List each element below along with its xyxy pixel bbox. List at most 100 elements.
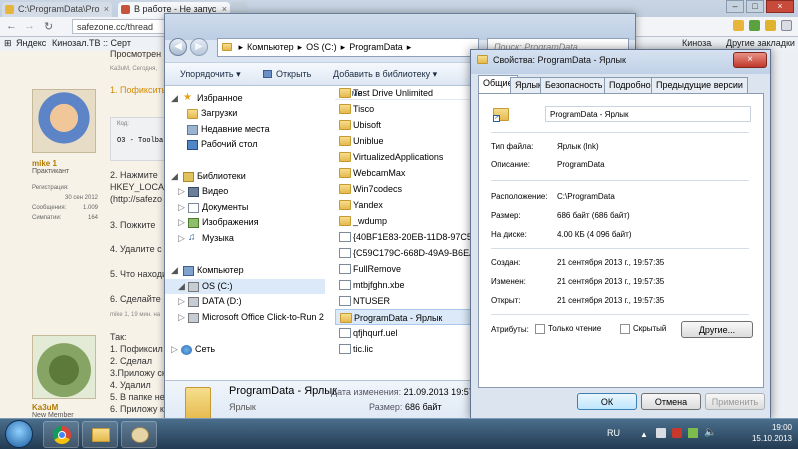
- post-meta: Ka3uM, Сегодня,: [110, 66, 158, 72]
- other-bookmarks[interactable]: Другие закладки: [726, 38, 795, 48]
- browser-tab-programdata[interactable]: C:\ProgramData\Pro ×: [2, 2, 112, 17]
- separator: [491, 248, 749, 249]
- name-field[interactable]: ProgramData - Ярлык: [545, 106, 751, 122]
- post-text: 4. Удалите с: [110, 244, 162, 254]
- nav-computer[interactable]: ◢ Компьютер: [165, 263, 325, 278]
- username[interactable]: Ka3uM: [32, 403, 74, 412]
- chrome-taskbar-button[interactable]: [43, 421, 79, 448]
- folder-favicon-icon: [5, 5, 14, 14]
- file-name: Yandex: [353, 200, 383, 210]
- post-text: HKEY_LOCA: [110, 182, 165, 192]
- language-indicator[interactable]: RU: [607, 428, 620, 438]
- breadcrumb-os-c[interactable]: OS (C:): [306, 42, 337, 52]
- cancel-button[interactable]: Отмена: [641, 393, 701, 410]
- dialog-close-button[interactable]: ×: [733, 52, 767, 68]
- maximize-button[interactable]: □: [746, 0, 764, 13]
- folder-icon: [222, 43, 232, 51]
- back-icon[interactable]: ←: [6, 20, 17, 32]
- tab-details[interactable]: Подробно: [604, 77, 656, 93]
- organize-button[interactable]: Упорядочить ▾: [180, 69, 241, 80]
- action-center-icon[interactable]: [672, 428, 682, 438]
- file-name: NTUSER: [353, 296, 391, 306]
- file-name: Uniblue: [353, 136, 384, 146]
- file-name: Tisco: [353, 104, 375, 114]
- minimize-button[interactable]: –: [726, 0, 744, 13]
- tray-app-icon[interactable]: [656, 428, 666, 438]
- volume-icon[interactable]: 🔈: [704, 427, 716, 438]
- readonly-checkbox[interactable]: [535, 324, 545, 334]
- file-icon: [339, 232, 351, 242]
- nav-documents[interactable]: ▷ Документы: [165, 200, 325, 215]
- ok-button[interactable]: ОК: [577, 393, 637, 410]
- user-rank: Практикант: [32, 168, 70, 175]
- readonly-label[interactable]: Только чтение: [548, 324, 601, 333]
- nav-os-c[interactable]: ◢ OS (C:): [165, 279, 325, 294]
- post-text: (http://safezo: [110, 194, 163, 204]
- extension-icon[interactable]: [765, 20, 776, 31]
- bookmark-apps[interactable]: ⊞: [4, 38, 12, 49]
- paint-taskbar-button[interactable]: [121, 421, 157, 448]
- file-icon: [339, 264, 351, 274]
- explorer-taskbar-button[interactable]: [82, 421, 118, 448]
- hidden-label[interactable]: Скрытый: [633, 324, 666, 333]
- bookmark-kinozal-2[interactable]: Кинозал.ТВ - Серт: [682, 38, 712, 48]
- breadcrumb[interactable]: ▸ Компьютер ▸ OS (C:) ▸ ProgramData ▸: [217, 38, 479, 57]
- folder-icon: [339, 88, 351, 98]
- forward-button[interactable]: ▶: [190, 38, 208, 56]
- add-to-library-button[interactable]: Добавить в библиотеку ▾: [333, 69, 437, 80]
- advanced-button[interactable]: Другие...: [681, 321, 753, 338]
- breadcrumb-programdata[interactable]: ProgramData: [349, 42, 403, 52]
- open-button[interactable]: Открыть: [263, 69, 311, 79]
- bookmark-kinozal-1[interactable]: Кинозал.TB :: Серт: [52, 38, 131, 48]
- avatar[interactable]: [32, 335, 96, 399]
- nav-images[interactable]: ▷ Изображения: [165, 215, 325, 230]
- nav-downloads[interactable]: Загрузки: [165, 106, 325, 121]
- separator: [491, 180, 749, 181]
- file-name: WebcamMax: [353, 168, 406, 178]
- avatar[interactable]: [32, 89, 96, 153]
- download-extension-icon[interactable]: [749, 20, 760, 31]
- extension-icons: [733, 20, 792, 31]
- file-icon: [339, 296, 351, 306]
- star-icon[interactable]: [733, 20, 744, 31]
- properties-dialog: Свойства: ProgramData - Ярлык × Общие Яр…: [470, 49, 771, 419]
- dialog-title: Свойства: ProgramData - Ярлык: [493, 55, 626, 65]
- start-button[interactable]: [5, 420, 33, 448]
- close-button[interactable]: ×: [766, 0, 794, 13]
- nav-music[interactable]: ▷ ♫ Музыка: [165, 231, 325, 246]
- forward-icon[interactable]: →: [24, 20, 35, 32]
- details-modified: Дата изменения: 21.09.2013 19:57: [331, 387, 474, 397]
- nav-network[interactable]: ▷ Сеть: [165, 342, 325, 357]
- nav-desktop[interactable]: Рабочий стол: [165, 137, 325, 152]
- tray-expand-icon[interactable]: ▲: [640, 430, 648, 439]
- post-text: 5. В папке не: [110, 392, 165, 402]
- nav-data-d[interactable]: ▷ DATA (D:): [165, 294, 325, 309]
- wrench-icon[interactable]: [781, 20, 792, 31]
- username[interactable]: mike 1: [32, 159, 69, 168]
- breadcrumb-computer[interactable]: Компьютер: [247, 42, 294, 52]
- libraries-icon: [183, 172, 194, 182]
- nav-libraries[interactable]: ◢ Библиотеки: [165, 169, 325, 184]
- nav-video[interactable]: ▷ Видео: [165, 184, 325, 199]
- tab-security[interactable]: Безопасность: [540, 77, 608, 93]
- pane-divider[interactable]: [327, 86, 335, 380]
- shortcut-icon: ↗: [493, 108, 509, 122]
- safezone-favicon-icon: [121, 5, 130, 14]
- nav-msoffice[interactable]: ▷ Microsoft Office Click-to-Run 2: [165, 310, 325, 325]
- reload-icon[interactable]: ↻: [44, 20, 53, 33]
- file-icon: [340, 313, 352, 323]
- network-tray-icon[interactable]: [688, 428, 698, 438]
- hidden-checkbox[interactable]: [620, 324, 630, 334]
- clock[interactable]: 19:00 15.10.2013: [752, 422, 792, 444]
- close-tab-icon[interactable]: ×: [104, 4, 109, 14]
- nav-recent[interactable]: Недавние места: [165, 122, 325, 137]
- bookmark-yandex[interactable]: Яндекс: [16, 38, 46, 48]
- tab-previous-versions[interactable]: Предыдущие версии: [651, 77, 748, 93]
- code-block: Код: O3 - Toolba: [110, 117, 170, 161]
- post-text: 1. Пофиксил: [110, 344, 163, 354]
- back-button[interactable]: ◀: [169, 38, 187, 56]
- folder-icon: [339, 168, 351, 178]
- apply-button[interactable]: Применить: [705, 393, 765, 410]
- nav-favorites[interactable]: ◢ ★ Избранное: [165, 91, 325, 106]
- file-name: {40BF1E83-20EB-11D8-97C5-0: [353, 232, 480, 242]
